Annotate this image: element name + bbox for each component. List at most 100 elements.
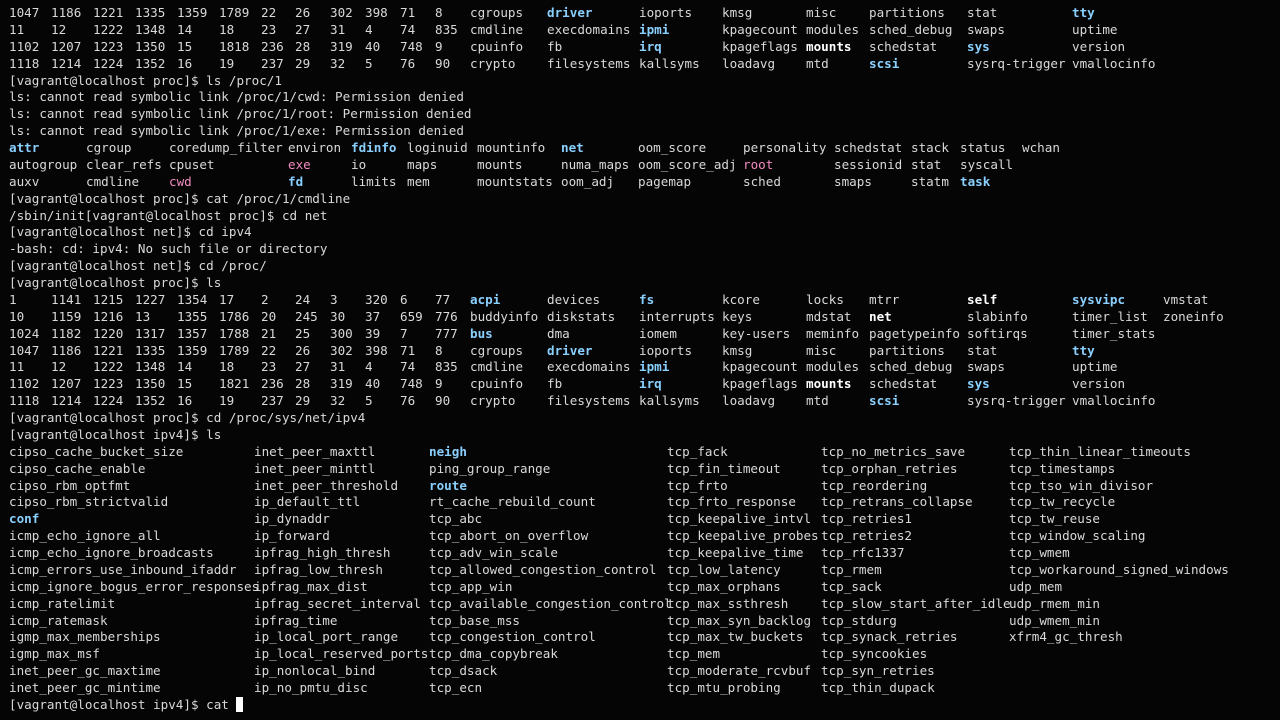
- file-entry: interrupts: [639, 308, 715, 324]
- file-entry: 1224: [93, 393, 124, 409]
- file-entry: tcp_low_latency: [667, 561, 781, 577]
- terminal-window[interactable]: 1047 1186 1221 1335 1359 1789 22 26 302 398 71 8 cgr…: [0, 0, 1280, 720]
- command-line: [vagrant@localhost ipv4]$ ls: [9, 427, 1274, 444]
- file-entry: clear_refs: [86, 156, 162, 172]
- file-entry: 3: [330, 291, 338, 307]
- directory-entry: fs: [639, 291, 655, 307]
- file-entry: mtrr: [869, 291, 900, 307]
- file-entry: igmp_max_msf: [9, 646, 100, 662]
- file-entry: 27: [295, 359, 311, 375]
- file-entry: 1224: [93, 55, 124, 71]
- file-entry: tcp_adv_win_scale: [429, 545, 558, 560]
- file-entry: 1186: [51, 342, 82, 358]
- file-entry: tcp_retrans_collapse: [821, 494, 973, 510]
- file-entry: kpagecount: [722, 359, 798, 375]
- file-entry: stat: [967, 342, 998, 358]
- ls-output-row: icmp_echo_ignore_broadcasts ipfrag_high_t…: [9, 545, 1274, 562]
- file-entry: ipfrag_max_dist: [254, 578, 368, 594]
- file-entry: smaps: [834, 173, 872, 189]
- file-entry: tcp_rfc1337: [821, 545, 905, 560]
- file-entry: 1220: [93, 325, 124, 341]
- file-entry: oom_score: [638, 140, 707, 155]
- ls-output-row: autogroup clear_refs cpuset exe io maps mounts…: [9, 157, 1274, 174]
- file-entry: icmp_echo_ignore_broadcasts: [9, 545, 214, 560]
- file-entry: 1227: [135, 291, 166, 307]
- file-entry: 9: [435, 376, 443, 392]
- line-text: [vagrant@localhost proc]$ ls /proc/1: [9, 72, 282, 88]
- broken-link-entry: exe: [288, 156, 311, 172]
- file-entry: 25: [295, 325, 311, 341]
- file-entry: 1221: [93, 342, 124, 358]
- file-entry: tcp_mem: [667, 646, 721, 662]
- file-entry: net: [869, 308, 892, 324]
- file-entry: tcp_dsack: [429, 663, 498, 679]
- directory-entry: driver: [547, 342, 593, 358]
- file-entry: 1357: [177, 325, 208, 341]
- file-entry: tcp_reordering: [821, 477, 928, 493]
- file-entry: 6: [400, 291, 408, 307]
- file-entry: 1335: [135, 5, 166, 20]
- file-entry: tcp_retries2: [821, 528, 912, 544]
- file-entry: mounts: [806, 376, 852, 392]
- file-entry: iomem: [639, 325, 677, 341]
- file-entry: tcp_congestion_control: [429, 629, 596, 645]
- command-line: [vagrant@localhost proc]$ ls: [9, 275, 1274, 292]
- file-entry: kpageflags: [722, 38, 798, 54]
- file-entry: 26: [295, 5, 311, 20]
- file-entry: cpuset: [169, 156, 215, 172]
- file-entry: swaps: [967, 21, 1005, 37]
- file-entry: 1223: [93, 38, 124, 54]
- file-entry: 776: [435, 308, 458, 324]
- file-entry: kmsg: [722, 342, 753, 358]
- active-prompt-line: [vagrant@localhost ipv4]$ cat: [9, 696, 1274, 714]
- file-entry: 11: [9, 21, 25, 37]
- file-entry: maps: [407, 156, 438, 172]
- file-entry: 302: [330, 342, 353, 358]
- line-text: ls: cannot read symbolic link /proc/1/ro…: [9, 106, 472, 122]
- directory-entry: ipmi: [639, 359, 670, 375]
- file-entry: slabinfo: [967, 308, 1028, 324]
- file-entry: 32: [330, 393, 346, 409]
- file-entry: mem: [407, 173, 430, 189]
- ls-output-row: icmp_errors_use_inbound_ifaddr ipfrag_low…: [9, 562, 1274, 579]
- command-line: [vagrant@localhost proc]$ cat /proc/1/cm…: [9, 191, 1274, 208]
- ls-output-row: 1047 1186 1221 1335 1359 1789 22 26 302 398 71 8 cgr…: [9, 5, 1274, 22]
- command-line: /sbin/init[vagrant@localhost proc]$ cd n…: [9, 208, 1274, 225]
- file-entry: schedstat: [869, 376, 938, 392]
- file-entry: ip_default_ttl: [254, 494, 361, 510]
- file-entry: uptime: [1072, 359, 1118, 375]
- ls-output-row: cipso_cache_bucket_size inet_peer_maxttl n…: [9, 444, 1274, 461]
- file-entry: locks: [806, 291, 844, 307]
- file-entry: 1102: [9, 376, 40, 392]
- file-entry: 19: [219, 55, 235, 71]
- file-entry: tcp_keepalive_probes: [667, 528, 819, 544]
- line-text: [vagrant@localhost proc]$ cat /proc/1/cm…: [9, 190, 351, 206]
- file-entry: 1024: [9, 325, 40, 341]
- ls-output-row: 1102 1207 1223 1350 15 1821 236 28 319 40 748 9 cpui…: [9, 376, 1274, 393]
- file-entry: tcp_max_ssthresh: [667, 595, 789, 611]
- file-entry: icmp_ignore_bogus_error_responses: [9, 578, 260, 594]
- file-entry: tcp_timestamps: [1009, 460, 1116, 476]
- file-entry: 748: [400, 38, 423, 54]
- file-entry: 12: [51, 359, 67, 375]
- file-entry: inet_peer_minttl: [254, 460, 376, 476]
- file-entry: modules: [806, 21, 860, 37]
- file-entry: tcp_frto_response: [667, 494, 796, 510]
- ls-output-row: 11 12 1222 1348 14 18 23 27 31 4 74 835 cmdline execd…: [9, 359, 1274, 376]
- file-entry: tcp_abort_on_overflow: [429, 528, 589, 544]
- file-entry: vmstat: [1163, 291, 1209, 307]
- file-entry: tcp_frto: [667, 477, 728, 493]
- file-entry: tcp_no_metrics_save: [821, 443, 966, 459]
- file-entry: 15: [177, 38, 193, 54]
- file-entry: 22: [261, 342, 277, 358]
- file-entry: tcp_syn_retries: [821, 663, 935, 679]
- file-entry: mtd: [806, 55, 829, 71]
- file-entry: limits: [351, 173, 397, 189]
- file-entry: icmp_ratemask: [9, 612, 108, 628]
- file-entry: tcp_ecn: [429, 680, 483, 695]
- file-entry: 1359: [177, 5, 208, 20]
- file-entry: oom_score_adj: [638, 156, 737, 172]
- text-cursor[interactable]: [236, 696, 244, 712]
- file-entry: meminfo: [806, 325, 860, 341]
- file-entry: 17: [219, 291, 235, 307]
